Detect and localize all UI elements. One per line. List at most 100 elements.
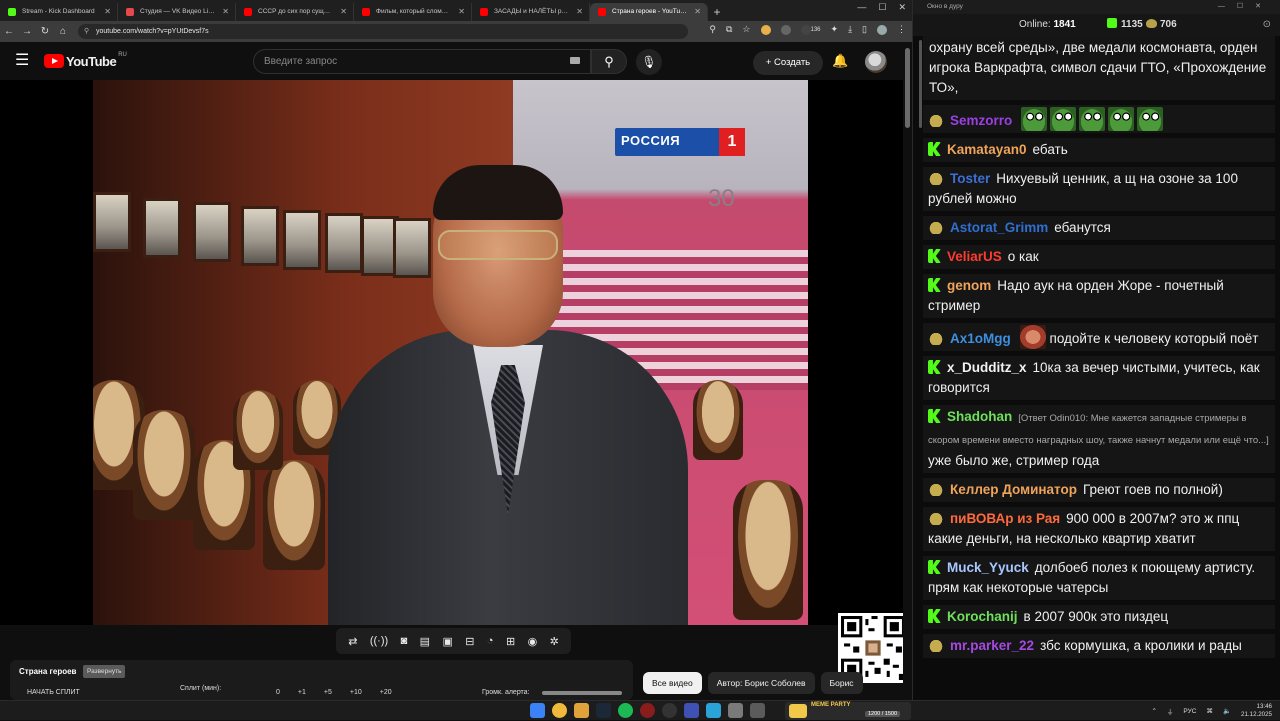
bookmark-star-icon[interactable]: ☆	[742, 24, 750, 35]
broadcast-icon[interactable]: ((·))	[370, 635, 388, 647]
clock[interactable]: 13:46 21.12.2025	[1241, 703, 1272, 719]
search-button[interactable]: ⚲	[591, 49, 627, 74]
chat-username[interactable]: Toster	[950, 171, 990, 186]
close-window-icon[interactable]: ✕	[898, 2, 906, 13]
chat-username[interactable]: VeliarUS	[947, 249, 1002, 264]
extension-icon[interactable]	[760, 24, 771, 35]
screenshot-icon[interactable]: ◉	[528, 635, 538, 648]
picture-icon[interactable]: ▣	[442, 635, 452, 648]
minimize-icon[interactable]: —	[857, 2, 866, 13]
chat-username[interactable]: Shadohan	[947, 409, 1012, 424]
chat-message[interactable]: Korochanij в 2007 900к это пиздец	[923, 605, 1275, 634]
chat-username[interactable]: mr.parker_22	[950, 638, 1034, 653]
create-button[interactable]: + Создать	[753, 51, 823, 75]
download-icon[interactable]: ⤓	[848, 24, 852, 35]
chat-username[interactable]: Muck_Yyuck	[947, 560, 1029, 575]
app-icon[interactable]	[684, 703, 699, 718]
start-icon[interactable]	[530, 703, 545, 718]
chat-message[interactable]: Astorat_Grimm ебанутся	[923, 216, 1275, 245]
steam-icon[interactable]	[596, 703, 611, 718]
chat-message[interactable]: Келлер Доминатор Греют гоев по полной)	[923, 478, 1275, 507]
chat-message[interactable]: Kamatayan0 ебать	[923, 138, 1275, 167]
chat-window-controls[interactable]: —☐✕	[1218, 0, 1273, 14]
chat-username[interactable]: Semzorro	[950, 113, 1012, 128]
chat-message-list[interactable]: охрану всей среды», две медали космонавт…	[913, 36, 1280, 686]
expand-button[interactable]: Развернуть	[83, 665, 126, 678]
url-field[interactable]: ⚲ youtube.com/watch?v=pYUtDevsf7s	[78, 24, 688, 39]
speed-icon[interactable]: ◔	[487, 635, 494, 647]
chat-username[interactable]: Korochanij	[947, 609, 1018, 624]
obs-icon[interactable]	[662, 703, 677, 718]
chat-message[interactable]: Toster Нихуевый ценник, а щ на озоне за 1…	[923, 167, 1275, 216]
alert-volume-slider[interactable]	[542, 691, 622, 695]
extension-icon[interactable]	[780, 24, 791, 35]
loop-icon[interactable]: ⇄	[348, 635, 357, 648]
scrollbar-thumb[interactable]	[905, 48, 910, 128]
chat-username[interactable]: genom	[947, 278, 991, 293]
telegram-icon[interactable]	[706, 703, 721, 718]
profile-icon[interactable]	[877, 24, 887, 35]
back-icon[interactable]: ←	[0, 26, 18, 37]
language-indicator[interactable]: РУС	[1183, 708, 1196, 715]
site-info-icon[interactable]: ⚲	[84, 24, 89, 39]
home-icon[interactable]: ⌂	[54, 26, 72, 37]
reload-icon[interactable]: ↻	[36, 26, 54, 37]
youtube-logo[interactable]: YouTube RU	[44, 52, 127, 69]
cast-icon[interactable]: ⧉	[726, 24, 732, 35]
chat-username[interactable]: Ax1oMgg	[950, 331, 1011, 346]
split-step-button[interactable]: +5	[324, 689, 332, 696]
chat-message[interactable]: охрану всей среды», две медали космонавт…	[923, 36, 1275, 105]
close-icon[interactable]: ✕	[694, 3, 701, 21]
captions-icon[interactable]: ⊟	[465, 635, 474, 648]
chevron-up-icon[interactable]: ⌃	[1151, 707, 1156, 715]
tab-video-3[interactable]: ЗАСАДЫ и НАЛЁТЫ русских Р ✕	[472, 3, 590, 21]
chat-message[interactable]: Ax1oMgg подойте к человеку который поёт	[923, 323, 1275, 356]
chat-message[interactable]: x_Dudditz_x 10ка за вечер чистыми, учитес…	[923, 356, 1275, 405]
network-icon[interactable]: ⌘	[1206, 707, 1213, 715]
split-step-button[interactable]: +20	[380, 689, 392, 696]
chip-all-videos[interactable]: Все видео	[643, 672, 702, 694]
watch-icon[interactable]: ◙	[401, 635, 408, 647]
forward-icon[interactable]: →	[18, 26, 36, 37]
usb-icon[interactable]: ⏚	[1167, 706, 1174, 716]
close-icon[interactable]: ✕	[458, 3, 465, 21]
search-input[interactable]: Введите запрос	[253, 49, 591, 74]
app-icon[interactable]	[750, 703, 765, 718]
hamburger-menu-icon[interactable]: ☰	[15, 53, 29, 69]
chat-message[interactable]: genom Надо аук на орден Жоре - почетный с…	[923, 274, 1275, 323]
tab-video-2[interactable]: Фильм, который сломал Томск ✕	[354, 3, 472, 21]
new-tab-button[interactable]: +	[708, 3, 726, 21]
chat-username[interactable]: x_Dudditz_x	[947, 360, 1027, 375]
tab-strana-geroev[interactable]: Страна героев - YouTube ✕	[590, 3, 708, 21]
notifications-bell-icon[interactable]: 🔔	[832, 53, 848, 69]
close-icon[interactable]: ✕	[222, 3, 229, 21]
zoom-icon[interactable]: ⚲	[709, 24, 716, 35]
volume-icon[interactable]: 🔈	[1223, 707, 1231, 715]
chrome-icon[interactable]	[552, 703, 567, 718]
chat-scrollbar[interactable]	[919, 40, 922, 128]
chat-message[interactable]: Semzorro	[923, 105, 1275, 138]
page-scrollbar[interactable]	[903, 42, 912, 700]
keyboard-icon[interactable]	[570, 57, 580, 64]
maximize-icon[interactable]: ☐	[878, 2, 886, 13]
chip-boris[interactable]: Борис	[820, 672, 863, 694]
chip-author[interactable]: Автор: Борис Соболев	[707, 672, 815, 694]
chat-message[interactable]: пиВОВАр из Рая 900 000 в 2007м? это ж ппц…	[923, 507, 1275, 556]
tab-kick-dashboard[interactable]: Stream - Kick Dashboard ✕	[0, 3, 118, 21]
chat-message[interactable]: Muck_Yyuck долбоеб полез к поющему артист…	[923, 556, 1275, 605]
chat-message[interactable]: VeliarUS о как	[923, 245, 1275, 274]
tab-vk-studio[interactable]: Студия — VK Видео Live ✕	[118, 3, 236, 21]
split-step-button[interactable]: +10	[350, 689, 362, 696]
voice-search-button[interactable]: 🎙	[636, 49, 662, 75]
video-frame[interactable]: 30 РОССИЯ 1	[93, 80, 808, 625]
start-split-button[interactable]: НАЧАТЬ СПЛИТ	[27, 689, 80, 696]
chat-message[interactable]: mr.parker_22 збс кормушка, а кролики и ра…	[923, 634, 1275, 663]
spotify-icon[interactable]	[618, 703, 633, 718]
tab-video-1[interactable]: СССР до сих пор существует ✕	[236, 3, 354, 21]
close-icon[interactable]: ✕	[340, 3, 347, 21]
split-step-button[interactable]: +1	[298, 689, 306, 696]
chat-username[interactable]: Astorat_Grimm	[950, 220, 1048, 235]
extension-badge-icon[interactable]	[800, 24, 811, 35]
clip-icon[interactable]: ▤	[420, 635, 430, 648]
puzzle-icon[interactable]: ✦	[831, 24, 839, 35]
